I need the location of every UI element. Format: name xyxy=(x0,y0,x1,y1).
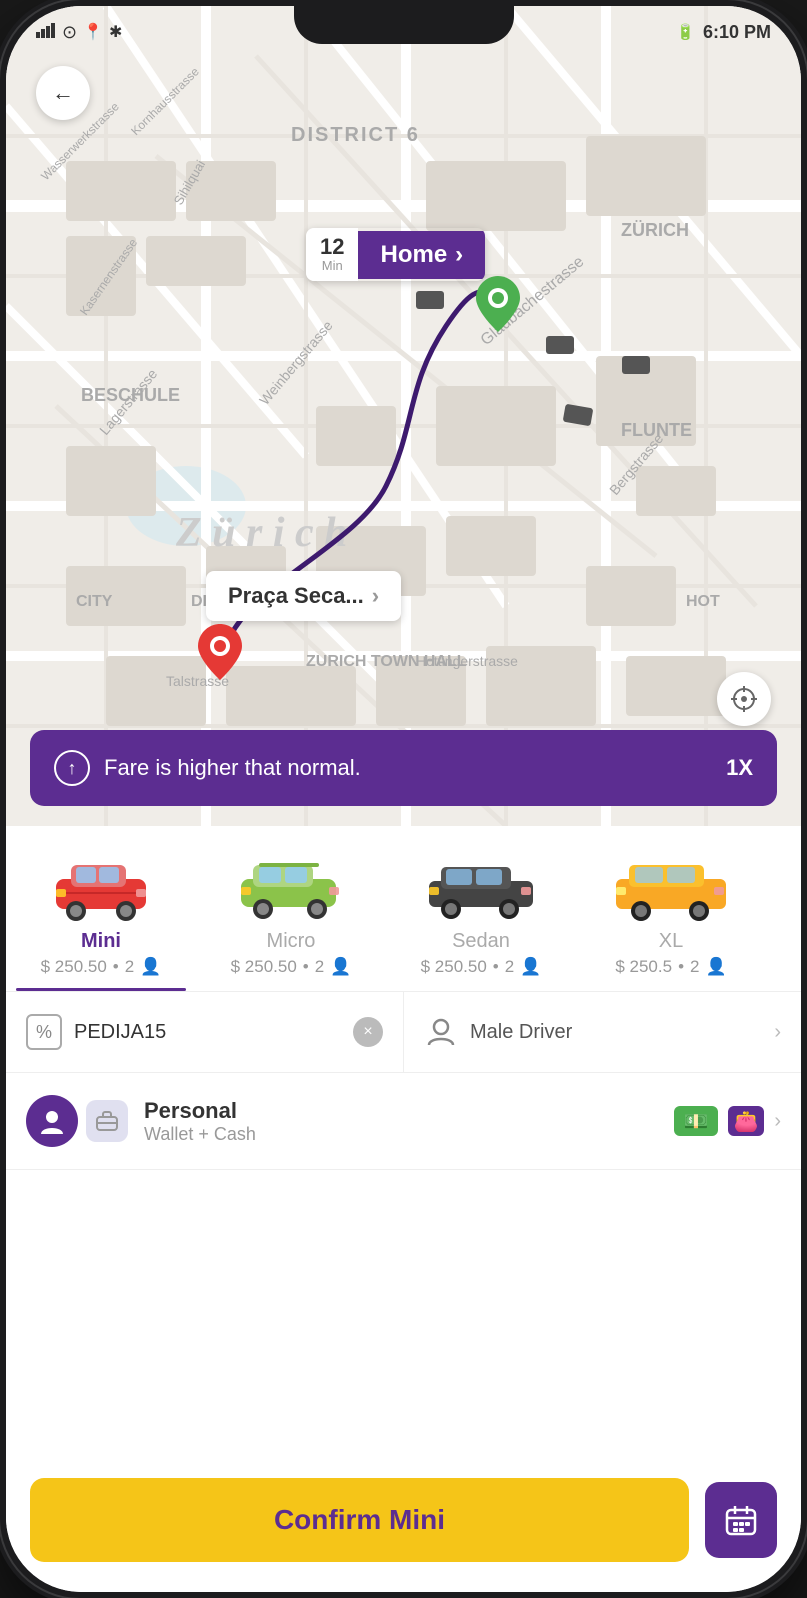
svg-text:HOT: HOT xyxy=(686,593,720,610)
payment-chevron-icon: › xyxy=(774,1110,781,1133)
car-type-selector: Mini $ 250.50 • 2 👤 xyxy=(6,826,801,991)
destination-pin xyxy=(476,276,520,332)
svg-text:FLUNTE: FLUNTE xyxy=(621,420,692,440)
sedan-car-image xyxy=(416,846,546,926)
home-chevron-icon: › xyxy=(455,241,463,269)
payment-method: Wallet + Cash xyxy=(144,1124,658,1145)
fare-info: ↑ Fare is higher that normal. xyxy=(54,750,361,786)
sedan-label: Sedan xyxy=(452,930,510,953)
payment-name: Personal xyxy=(144,1098,658,1124)
cash-icon: 💵 xyxy=(674,1106,718,1136)
mini-price: $ 250.50 • 2 👤 xyxy=(41,957,162,977)
svg-text:BESCHULE: BESCHULE xyxy=(81,385,180,405)
fare-up-icon: ↑ xyxy=(54,750,90,786)
user-avatar xyxy=(26,1095,78,1147)
xl-price: $ 250.5 • 2 👤 xyxy=(615,957,726,977)
back-button[interactable]: ← xyxy=(36,66,90,120)
xl-label: XL xyxy=(659,930,683,953)
svg-text:DISTRICT 6: DISTRICT 6 xyxy=(291,124,420,146)
driver-chevron-icon: › xyxy=(774,1021,781,1044)
svg-text:ZURICH TOWN HALL: ZURICH TOWN HALL xyxy=(306,653,467,670)
car-type-sedan[interactable]: Sedan $ 250.50 • 2 👤 xyxy=(386,846,576,991)
eta-display: 12 Min xyxy=(306,228,358,281)
map-area: Gladbachestrasse Weinbergstrasse Lagerst… xyxy=(6,6,801,826)
promo-code-display: PEDIJA15 xyxy=(74,1021,166,1044)
payment-section[interactable]: Personal Wallet + Cash 💵 👛 › xyxy=(6,1073,801,1170)
driver-pref-inner: Male Driver xyxy=(424,1015,572,1049)
phone-frame: ⊙ 📍 ✱ 🔋 6:10 PM xyxy=(0,0,807,1598)
driver-preference-section[interactable]: Male Driver › xyxy=(404,993,801,1071)
promo-section: % PEDIJA15 × xyxy=(6,992,404,1072)
fare-banner: ↑ Fare is higher that normal. 1X xyxy=(30,730,777,806)
car-type-micro[interactable]: Micro $ 250.50 • 2 👤 xyxy=(196,846,386,991)
micro-label: Micro xyxy=(267,930,316,953)
bluetooth-icon: ✱ xyxy=(109,22,122,42)
time-display: 6:10 PM xyxy=(703,22,771,43)
origin-pin xyxy=(198,624,242,685)
confirm-button[interactable]: Confirm Mini xyxy=(30,1478,689,1562)
praca-chevron-icon: › xyxy=(372,583,379,609)
status-right: 🔋 6:10 PM xyxy=(676,22,771,43)
car-type-mini[interactable]: Mini $ 250.50 • 2 👤 xyxy=(6,846,196,991)
bottom-sheet: Mini $ 250.50 • 2 👤 xyxy=(6,826,801,1592)
signal-icon xyxy=(36,22,56,43)
sedan-price: $ 250.50 • 2 👤 xyxy=(421,957,542,977)
wifi-icon: ⊙ xyxy=(62,22,77,43)
promo-icon: % xyxy=(26,1014,62,1050)
svg-text:Z ü r i c h: Z ü r i c h xyxy=(175,510,348,556)
back-arrow-icon: ← xyxy=(52,80,74,106)
notch xyxy=(294,6,514,44)
mini-car-image xyxy=(36,846,166,926)
status-left: ⊙ 📍 ✱ xyxy=(36,22,122,43)
origin-label[interactable]: Praça Seca... › xyxy=(206,571,401,621)
wallet-icon: 👛 xyxy=(728,1106,764,1136)
promo-driver-row: % PEDIJA15 × M xyxy=(6,992,801,1073)
location-icon: 📍 xyxy=(83,22,103,42)
car-type-xl[interactable]: XL $ 250.5 • 2 👤 xyxy=(576,846,766,991)
svg-text:CITY: CITY xyxy=(76,593,113,610)
briefcase-icon xyxy=(86,1100,128,1142)
home-destination-label[interactable]: 12 Min Home › xyxy=(306,228,485,281)
phone-screen: ⊙ 📍 ✱ 🔋 6:10 PM xyxy=(6,6,801,1592)
home-button[interactable]: Home › xyxy=(358,231,485,279)
confirm-area: Confirm Mini xyxy=(30,1478,777,1562)
payment-right: 💵 👛 › xyxy=(674,1106,781,1136)
promo-clear-button[interactable]: × xyxy=(353,1017,383,1047)
driver-gender-icon xyxy=(424,1015,458,1049)
mini-label: Mini xyxy=(81,930,121,953)
micro-car-image xyxy=(226,846,356,926)
xl-car-image xyxy=(606,846,736,926)
schedule-button[interactable] xyxy=(705,1482,777,1558)
payment-icons xyxy=(26,1095,128,1147)
svg-text:ZÜRICH: ZÜRICH xyxy=(621,220,689,240)
battery-icon: 🔋 xyxy=(676,23,695,41)
payment-info: Personal Wallet + Cash xyxy=(144,1098,658,1145)
recenter-button[interactable] xyxy=(717,672,771,726)
micro-price: $ 250.50 • 2 👤 xyxy=(231,957,352,977)
